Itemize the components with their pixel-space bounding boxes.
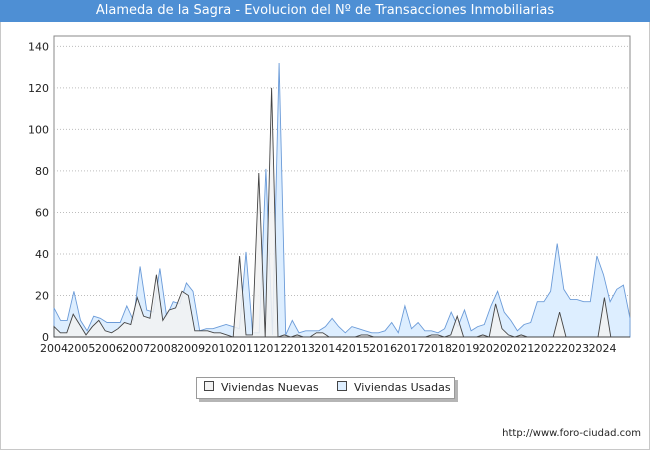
x-tick-label: 2021 [506, 342, 534, 355]
x-tick-label: 2018 [424, 342, 452, 355]
legend-swatch-nuevas [204, 381, 214, 391]
y-tick-label: 20 [35, 289, 49, 302]
x-tick-label: 2011 [232, 342, 260, 355]
y-tick-label: 140 [28, 40, 49, 53]
y-tick-label: 60 [35, 206, 49, 219]
x-tick-label: 2012 [259, 342, 287, 355]
x-tick-label: 2013 [287, 342, 315, 355]
legend-label-nuevas: Viviendas Nuevas [221, 381, 319, 394]
x-tick-label: 2022 [534, 342, 562, 355]
y-tick-label: 100 [28, 123, 49, 136]
x-tick-label: 2015 [342, 342, 370, 355]
x-tick-label: 2004 [40, 342, 68, 355]
x-tick-label: 2008 [150, 342, 178, 355]
source-url[interactable]: http://www.foro-ciudad.com [502, 428, 641, 439]
x-tick-label: 2010 [205, 342, 233, 355]
x-tick-label: 2020 [479, 342, 507, 355]
x-tick-label: 2023 [561, 342, 589, 355]
x-tick-label: 2014 [314, 342, 342, 355]
legend: Viviendas Nuevas Viviendas Usadas [196, 377, 455, 399]
x-tick-label: 2024 [589, 342, 617, 355]
legend-label-usadas: Viviendas Usadas [354, 381, 451, 394]
x-tick-label: 2005 [67, 342, 95, 355]
x-tick-label: 2017 [397, 342, 425, 355]
x-tick-label: 2016 [369, 342, 397, 355]
x-tick-label: 2009 [177, 342, 205, 355]
x-tick-label: 2019 [451, 342, 479, 355]
x-tick-label: 2006 [95, 342, 123, 355]
y-tick-label: 80 [35, 165, 49, 178]
x-axis-ticks: 2004 2005 2006 2007 2008 2009 2010 2011 2012 2013… [40, 342, 617, 355]
y-tick-label: 40 [35, 248, 49, 261]
x-tick-label: 2007 [122, 342, 150, 355]
y-tick-label: 120 [28, 82, 49, 95]
y-axis-ticks: 020406080100120140 [28, 40, 49, 344]
legend-swatch-usadas [337, 381, 347, 391]
